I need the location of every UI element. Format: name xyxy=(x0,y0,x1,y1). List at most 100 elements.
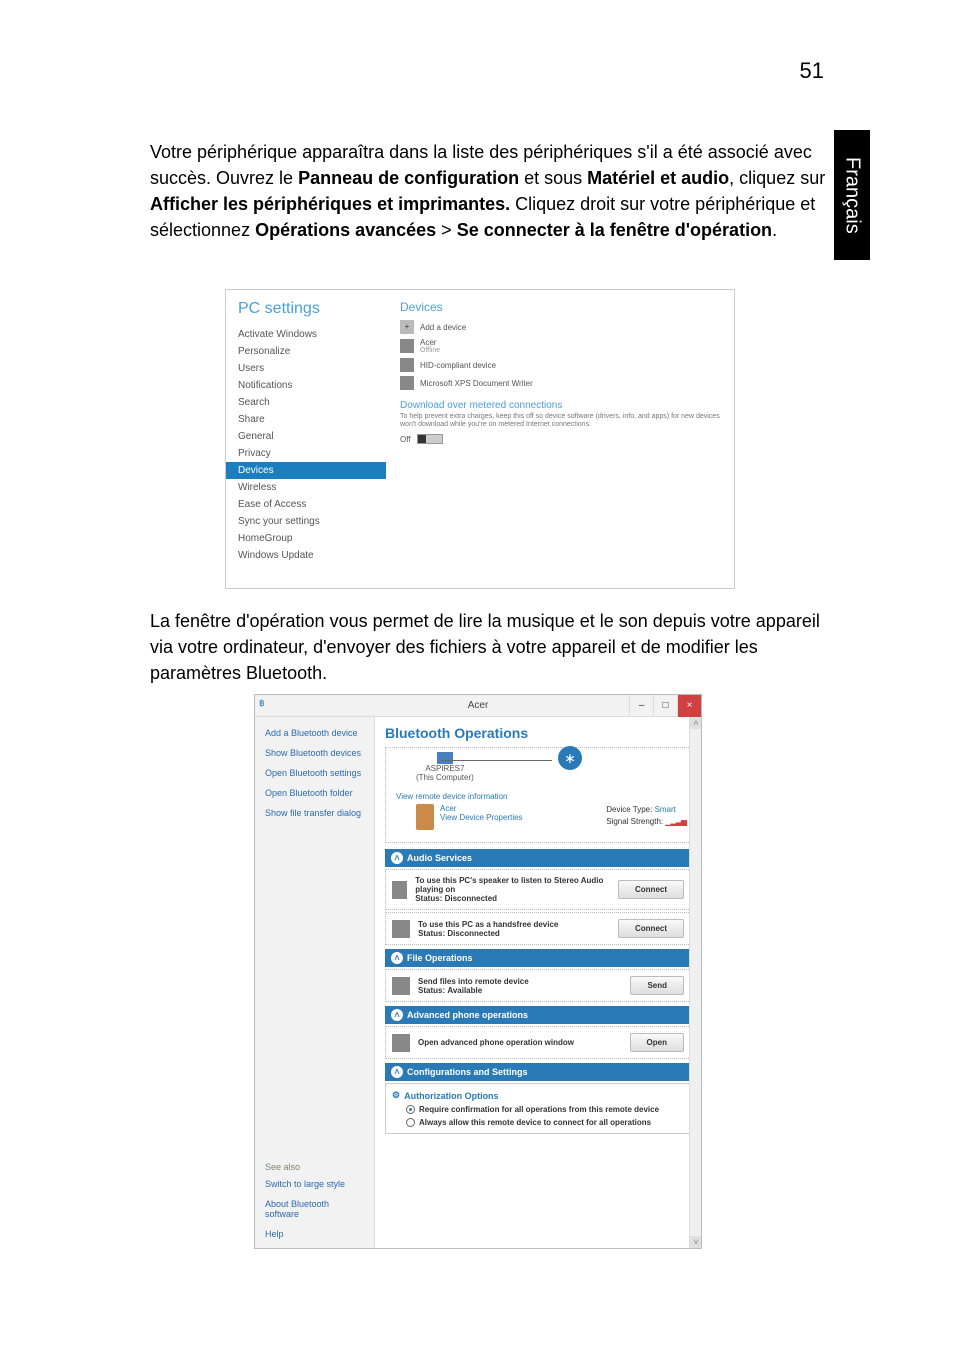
close-button[interactable]: × xyxy=(677,695,701,717)
see-also-link[interactable]: Help xyxy=(255,1224,375,1244)
paragraph-2: La fenêtre d'opération vous permet de li… xyxy=(150,608,830,686)
authorization-title: Authorization Options xyxy=(404,1091,499,1101)
auth-option-1[interactable]: Require confirmation for all operations … xyxy=(406,1105,684,1114)
see-also-link[interactable]: About Bluetooth software xyxy=(255,1194,375,1224)
nav-item-homegroup[interactable]: HomeGroup xyxy=(238,530,374,547)
nav-item-share[interactable]: Share xyxy=(238,411,374,428)
nav-item-sync-your-settings[interactable]: Sync your settings xyxy=(238,513,374,530)
maximize-button[interactable]: □ xyxy=(653,695,677,717)
nav-item-ease-of-access[interactable]: Ease of Access xyxy=(238,496,374,513)
device-label: Acer xyxy=(420,338,436,347)
nav-item-windows-update[interactable]: Windows Update xyxy=(238,547,374,564)
topology-pc: ASPIRES7 (This Computer) xyxy=(416,752,474,782)
nav-item-search[interactable]: Search xyxy=(238,394,374,411)
download-heading: Download over metered connections xyxy=(400,400,720,411)
nav-item-general[interactable]: General xyxy=(238,428,374,445)
chevron-up-icon: ˄ xyxy=(391,852,403,864)
headphones-icon xyxy=(392,881,407,899)
embedded-screenshot-pc-settings: PC settings Activate WindowsPersonalizeU… xyxy=(225,289,735,589)
handsfree-icon xyxy=(392,920,410,938)
plus-icon: + xyxy=(400,320,414,334)
pc-settings-content: Devices + Add a device AcerOffline HID-co… xyxy=(386,290,734,588)
advanced-phone-label: Advanced phone operations xyxy=(407,1010,528,1020)
audio-svc2-status: Disconnected xyxy=(447,929,499,938)
device-label: Microsoft XPS Document Writer xyxy=(420,379,533,388)
add-device-row[interactable]: + Add a device xyxy=(400,320,720,334)
sidebar-link[interactable]: Show file transfer dialog xyxy=(255,803,374,823)
device-row[interactable]: AcerOffline xyxy=(400,338,720,354)
file-svc-title: Send files into remote device xyxy=(418,977,529,986)
nav-item-devices[interactable]: Devices xyxy=(226,462,386,479)
file-svc-status: Available xyxy=(447,986,482,995)
devices-heading: Devices xyxy=(400,300,720,314)
nav-item-wireless[interactable]: Wireless xyxy=(238,479,374,496)
signal-bars-icon: ▁▂▃▅ xyxy=(665,816,686,828)
phone-ops-icon xyxy=(392,1034,410,1052)
bt-sidebar: Add a Bluetooth deviceShow Bluetooth dev… xyxy=(255,717,375,1248)
audio-service-2: To use this PC as a handsfree device Sta… xyxy=(385,912,691,945)
phone-svc-title: Open advanced phone operation window xyxy=(418,1038,574,1047)
configurations-header[interactable]: ˄ Configurations and Settings xyxy=(385,1063,691,1081)
language-tab: Français xyxy=(834,130,870,260)
sidebar-link[interactable]: Show Bluetooth devices xyxy=(255,743,374,763)
file-operations-label: File Operations xyxy=(407,953,473,963)
auth-option-2[interactable]: Always allow this remote device to conne… xyxy=(406,1118,684,1127)
vertical-scrollbar[interactable]: ˄ ˅ xyxy=(689,717,701,1248)
audio-svc1-status: Disconnected xyxy=(445,894,497,903)
sidebar-link[interactable]: Add a Bluetooth device xyxy=(255,723,374,743)
sidebar-link[interactable]: Open Bluetooth folder xyxy=(255,783,374,803)
send-button[interactable]: Send xyxy=(630,976,684,995)
bt-panel-title: Bluetooth Operations xyxy=(385,725,691,741)
device-type-value: Smart xyxy=(655,805,676,814)
remote-device: Acer View Device Properties xyxy=(416,804,523,830)
page-number: 51 xyxy=(800,58,824,84)
audio-services-header[interactable]: ˄ Audio Services xyxy=(385,849,691,867)
status-label: Status: xyxy=(418,986,445,995)
nav-item-personalize[interactable]: Personalize xyxy=(238,343,374,360)
phone-service: Open advanced phone operation window Ope… xyxy=(385,1026,691,1059)
open-button[interactable]: Open xyxy=(630,1033,684,1052)
audio-svc2-title: To use this PC as a handsfree device xyxy=(418,920,558,929)
nav-item-privacy[interactable]: Privacy xyxy=(238,445,374,462)
view-device-properties-link[interactable]: View Device Properties xyxy=(440,813,523,822)
nav-item-users[interactable]: Users xyxy=(238,360,374,377)
device-icon xyxy=(400,358,414,372)
pc-settings-nav: PC settings Activate WindowsPersonalizeU… xyxy=(226,290,386,588)
gear-icon: ⚙ xyxy=(392,1090,400,1101)
metered-toggle[interactable]: Off xyxy=(400,434,443,444)
audio-svc1-title: To use this PC's speaker to listen to St… xyxy=(415,876,610,894)
connect-button[interactable]: Connect xyxy=(618,880,684,899)
view-remote-link[interactable]: View remote device information xyxy=(396,792,507,801)
toggle-label: Off xyxy=(400,435,411,444)
pc-settings-title: PC settings xyxy=(238,300,374,318)
connect-button[interactable]: Connect xyxy=(618,919,684,938)
auth-option-1-label: Require confirmation for all operations … xyxy=(419,1105,659,1114)
configurations-label: Configurations and Settings xyxy=(407,1067,528,1077)
scroll-down-arrow[interactable]: ˅ xyxy=(690,1236,702,1248)
pc-sub: (This Computer) xyxy=(416,773,474,782)
sidebar-link[interactable]: Open Bluetooth settings xyxy=(255,763,374,783)
see-also-heading: See also xyxy=(255,1158,375,1174)
scroll-up-arrow[interactable]: ˄ xyxy=(690,717,702,729)
device-row[interactable]: HID-compliant device xyxy=(400,358,720,372)
file-send-icon xyxy=(392,977,410,995)
remote-name: Acer xyxy=(440,804,523,813)
chevron-up-icon: ˄ xyxy=(391,1009,403,1021)
embedded-screenshot-bluetooth-operations: ฿ Acer – □ × Add a Bluetooth deviceShow … xyxy=(254,694,702,1249)
device-row[interactable]: Microsoft XPS Document Writer xyxy=(400,376,720,390)
topology-line xyxy=(442,760,552,761)
add-device-label: Add a device xyxy=(420,323,466,332)
file-operations-header[interactable]: ˄ File Operations xyxy=(385,949,691,967)
nav-item-activate-windows[interactable]: Activate Windows xyxy=(238,326,374,343)
advanced-phone-header[interactable]: ˄ Advanced phone operations xyxy=(385,1006,691,1024)
device-icon xyxy=(400,339,414,353)
minimize-button[interactable]: – xyxy=(629,695,653,717)
nav-item-notifications[interactable]: Notifications xyxy=(238,377,374,394)
pc-name: ASPIRES7 xyxy=(416,764,474,773)
pc-icon xyxy=(437,752,453,764)
radio-checked-icon xyxy=(406,1105,415,1114)
see-also-link[interactable]: Switch to large style xyxy=(255,1174,375,1194)
chevron-up-icon: ˄ xyxy=(391,952,403,964)
file-service: Send files into remote device Status: Av… xyxy=(385,969,691,1002)
bluetooth-badge-icon: ∗ xyxy=(558,746,582,770)
